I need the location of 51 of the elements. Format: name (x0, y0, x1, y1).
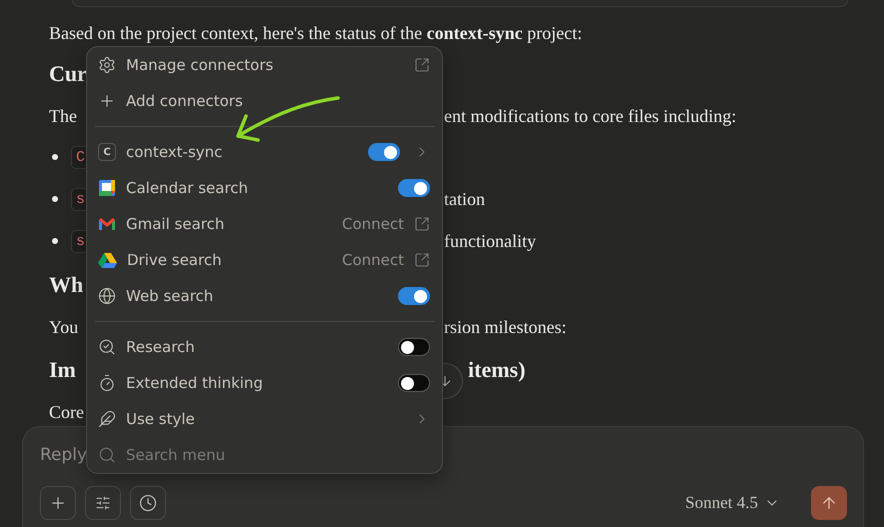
toggle-switch[interactable] (368, 143, 400, 161)
calendar-icon (98, 179, 116, 197)
toggle-switch[interactable] (398, 179, 430, 197)
menu-item[interactable]: Calendar search (95, 170, 434, 206)
settings-button[interactable] (85, 486, 121, 520)
feather-icon (98, 410, 116, 428)
settings-icon (98, 56, 116, 74)
heading-text: items) (467, 357, 526, 383)
body-text: functionality (444, 230, 536, 252)
search-field[interactable]: Search menu (126, 446, 430, 464)
menu-item[interactable]: Research (95, 329, 434, 365)
send-button[interactable] (811, 486, 847, 520)
heading-text: Wh (49, 272, 84, 298)
menu-item[interactable]: C context-sync (95, 134, 434, 170)
search-icon (98, 446, 116, 464)
clock-icon (139, 494, 157, 512)
menu-item[interactable]: Web search (95, 278, 434, 314)
heading-text: Im (49, 357, 76, 383)
history-button[interactable] (130, 486, 166, 520)
external-link-icon (414, 216, 430, 232)
body-text: You (49, 317, 78, 338)
mail-icon (98, 217, 116, 231)
menu-item[interactable]: Manage connectors (95, 47, 434, 83)
sliders-icon (95, 495, 111, 511)
heading-text: Cur (49, 61, 87, 87)
body-text: rsion milestones: (444, 317, 566, 338)
magnifier-icon (98, 338, 116, 356)
reply-placeholder: Reply (40, 445, 88, 465)
triangle-icon (98, 252, 117, 268)
timer-icon (98, 374, 116, 392)
body-text: Core (49, 402, 84, 423)
menu-item[interactable]: Add connectors (95, 83, 434, 119)
menu-item[interactable]: Gmail search Connect (95, 206, 434, 242)
body-text: ent modifications to core files including: (444, 106, 736, 127)
connect-link[interactable]: Connect (342, 215, 404, 233)
letter-icon: C (98, 143, 116, 161)
body-text: tation (444, 188, 485, 210)
bullet-icon (52, 154, 58, 160)
globe-icon (98, 287, 116, 305)
menu-item[interactable]: Drive search Connect (95, 242, 434, 278)
external-link-icon (414, 252, 430, 268)
body-text: The (49, 106, 77, 127)
menu-item[interactable]: Extended thinking (95, 365, 434, 401)
bullet-icon (52, 238, 58, 244)
toggle-switch[interactable] (398, 287, 430, 305)
toggle-switch[interactable] (398, 374, 430, 392)
toggle-switch[interactable] (398, 338, 430, 356)
intro-text: Based on the project context, here's the status of the context-sync project: (49, 23, 582, 43)
model-selector[interactable]: Sonnet 4.5 (681, 489, 784, 517)
bullet-icon (52, 196, 58, 202)
connect-link[interactable]: Connect (342, 251, 404, 269)
